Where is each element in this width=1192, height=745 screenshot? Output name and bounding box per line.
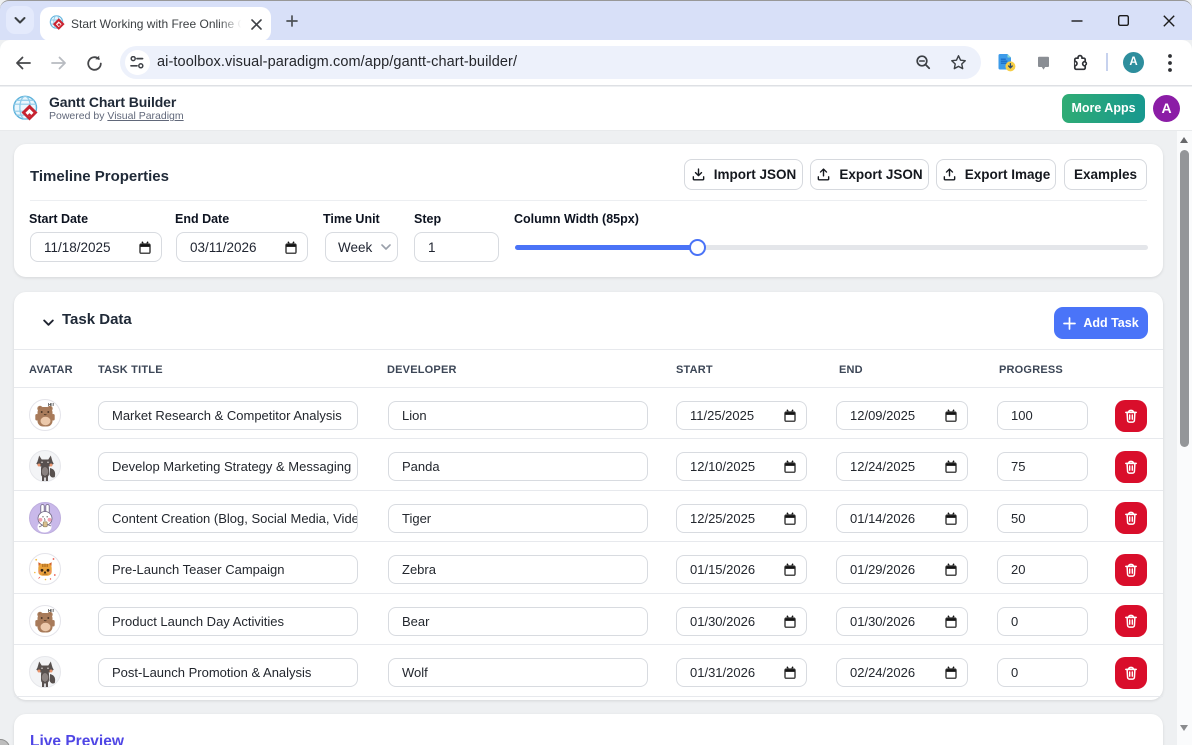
svg-text:HI!: HI! [48, 608, 55, 613]
svg-text:HI!: HI! [48, 402, 55, 407]
